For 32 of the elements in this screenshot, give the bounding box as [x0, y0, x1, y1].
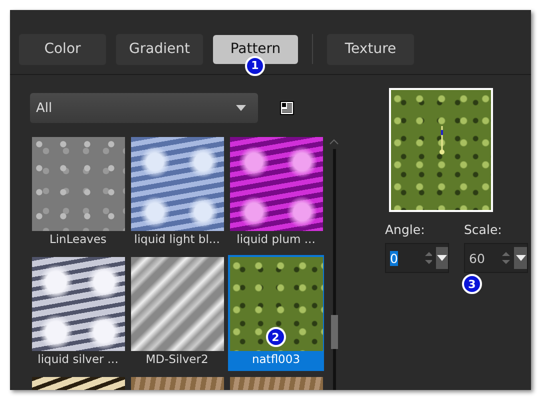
pattern-swatch[interactable]	[130, 257, 224, 351]
spinner-arrows-icon[interactable]	[500, 249, 510, 267]
field-label: Angle:	[385, 222, 426, 237]
pattern-label: natfl003	[252, 352, 300, 366]
pattern-swatch[interactable]	[32, 257, 124, 351]
pattern-preview[interactable]	[389, 88, 493, 212]
spinner-arrows-icon[interactable]	[424, 249, 432, 267]
callout-badge: 3	[462, 274, 482, 294]
category-dropdown[interactable]: All	[30, 93, 258, 123]
list-view-icon[interactable]	[280, 101, 294, 115]
pattern-label: liquid plum ...	[236, 232, 316, 246]
spin-field[interactable]: 60	[464, 243, 528, 273]
caret-icon[interactable]	[516, 255, 526, 261]
pattern-label: MD-Silver2	[146, 352, 208, 366]
pattern-swatch[interactable]	[32, 137, 124, 231]
pattern-label: liquid silver ...	[38, 352, 118, 366]
field-label: Scale:	[464, 222, 503, 237]
pattern-label: LinLeaves	[49, 232, 107, 246]
pattern-swatch[interactable]	[230, 137, 322, 231]
caret-icon	[236, 105, 246, 111]
caret-icon[interactable]	[437, 255, 448, 261]
callout-badge: 2	[266, 327, 286, 347]
scroll-up-icon[interactable]	[329, 139, 339, 145]
pattern-tile[interactable]: 2 natfl003	[228, 255, 324, 371]
tab[interactable]: Texture	[327, 34, 414, 64]
angle-handle-icon[interactable]	[439, 124, 445, 156]
tab[interactable]: Gradient	[116, 34, 203, 64]
pattern-swatch[interactable]	[130, 137, 224, 231]
scrollbar-thumb[interactable]	[330, 315, 338, 349]
tab[interactable]: Color	[19, 34, 106, 64]
pattern-label: liquid light bl...	[134, 232, 220, 246]
spin-field[interactable]: 0	[385, 243, 449, 273]
